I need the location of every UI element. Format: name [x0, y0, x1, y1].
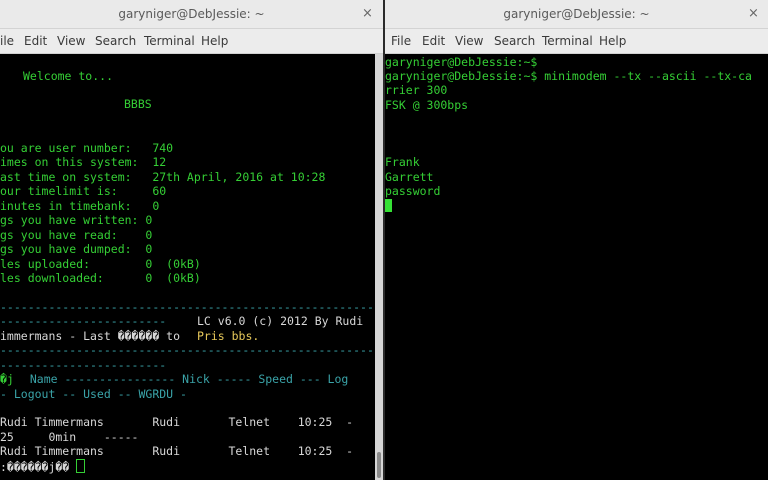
right-menubar: File Edit View Search Terminal Help: [385, 29, 768, 54]
left-menubar: ile Edit View Search Terminal Help: [0, 29, 383, 54]
right-titlebar[interactable]: garyniger@DebJessie: ~: [385, 0, 768, 29]
user-table-header-2: - Logout -- Used -- WGRDU -: [0, 387, 187, 401]
command-line: garyniger@DebJessie:~$ minimodem --tx --…: [385, 69, 752, 83]
separator-line: ----------------------------------------…: [0, 300, 381, 314]
bbs-name: BBBS: [124, 97, 152, 111]
right-terminal-window: garyniger@DebJessie: ~ File Edit View Se…: [385, 0, 768, 480]
stat-line: our timelimit is: 60: [0, 184, 167, 198]
stat-line: gs you have dumped: 0: [0, 242, 153, 256]
text-cursor: [385, 199, 392, 212]
menu-help[interactable]: Help: [201, 34, 228, 48]
input-line[interactable]: [385, 199, 392, 213]
user-table-header: Name ---------------- Nick ----- Speed -…: [16, 372, 349, 386]
menu-search[interactable]: Search: [494, 34, 535, 48]
typed-output: Frank: [385, 155, 420, 169]
stat-line: gs you have read: 0: [0, 228, 153, 242]
menu-terminal[interactable]: Terminal: [144, 34, 195, 48]
left-scrollbar[interactable]: [375, 54, 383, 480]
menu-edit[interactable]: Edit: [422, 34, 445, 48]
menu-view[interactable]: View: [455, 34, 483, 48]
menu-file[interactable]: File: [391, 34, 411, 48]
stat-line: inutes in timebank: 0: [0, 199, 160, 213]
stat-line: ast time on system: 27th April, 2016 at …: [0, 170, 326, 184]
left-titlebar[interactable]: garyniger@DebJessie: ~: [0, 0, 383, 29]
left-window-title: garyniger@DebJessie: ~: [118, 7, 265, 21]
typed-output: password: [385, 184, 441, 198]
garbled-glyphs: �j: [0, 372, 14, 386]
left-terminal-output[interactable]: Welcome to... BBBS ou are user number: 7…: [0, 54, 383, 480]
separator-line: ------------------------: [0, 314, 167, 328]
right-close-button[interactable]: ×: [748, 6, 759, 21]
table-row: Rudi Timmermans Rudi Telnet 10:25 -: [0, 444, 354, 458]
shell-prompt: garyniger@DebJessie:~$: [385, 55, 538, 69]
stat-line: gs you have written: 0: [0, 213, 153, 227]
prompt-text: :������j��: [0, 460, 70, 474]
command-line-wrap: rrier 300: [385, 83, 448, 97]
typed-output: Garrett: [385, 170, 434, 184]
menu-view[interactable]: View: [57, 34, 85, 48]
author-line: immermans - Last ������ to: [0, 329, 187, 343]
welcome-text: Welcome to...: [23, 69, 114, 83]
menu-search[interactable]: Search: [95, 34, 136, 48]
stat-line: imes on this system: 12: [0, 155, 167, 169]
prompt-line[interactable]: :������j��: [0, 459, 86, 474]
bbs-title-text: Pris bbs.: [197, 329, 260, 343]
stat-line: les downloaded: 0 (0kB): [0, 271, 201, 285]
right-window-title: garyniger@DebJessie: ~: [503, 7, 650, 21]
text-cursor: [76, 459, 86, 473]
left-terminal-window: garyniger@DebJessie: ~ ile Edit View Sea…: [0, 0, 383, 480]
modem-status: FSK @ 300bps: [385, 98, 469, 112]
menu-file[interactable]: ile: [0, 34, 14, 48]
software-banner: LC v6.0 (c) 2012 By Rudi: [197, 314, 364, 328]
table-row: 25 0min -----: [0, 430, 139, 444]
separator-line: ----------------------------------------…: [0, 343, 381, 357]
right-terminal-output[interactable]: garyniger@DebJessie:~$ garyniger@DebJess…: [385, 54, 768, 480]
menu-edit[interactable]: Edit: [24, 34, 47, 48]
menu-help[interactable]: Help: [599, 34, 626, 48]
separator-line: ------------------------: [0, 358, 167, 372]
stat-line: les uploaded: 0 (0kB): [0, 257, 201, 271]
table-row: Rudi Timmermans Rudi Telnet 10:25 -: [0, 415, 354, 429]
menu-terminal[interactable]: Terminal: [542, 34, 593, 48]
stat-line: ou are user number: 740: [0, 141, 174, 155]
left-close-button[interactable]: ×: [362, 6, 373, 21]
scrollbar-thumb[interactable]: [377, 452, 381, 478]
